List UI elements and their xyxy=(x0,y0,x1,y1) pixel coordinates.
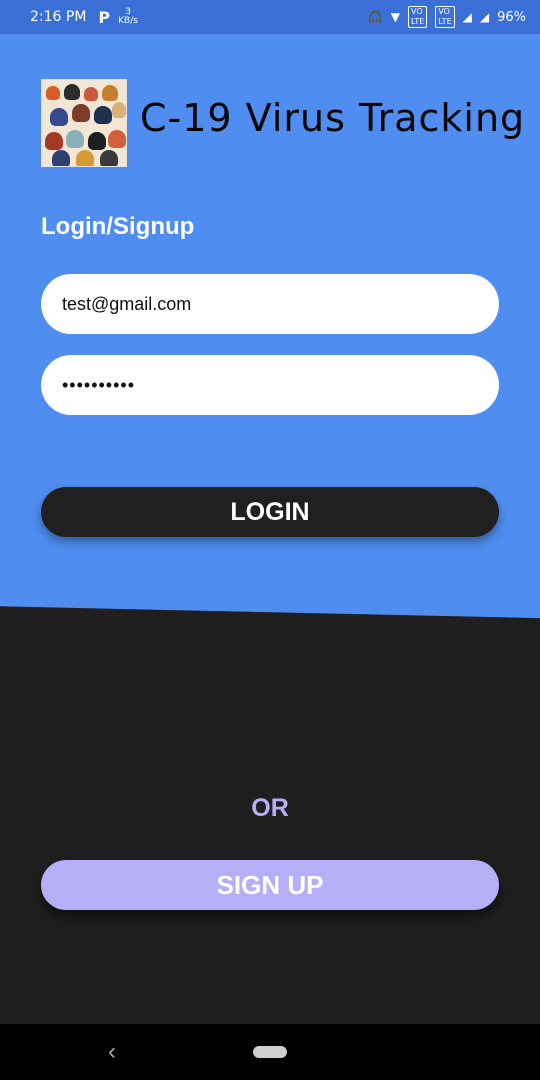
wifi-icon: ▼ xyxy=(390,10,401,24)
status-bar: 2:16 PM P 3 KB/s 🎧 ▼ VO LTE VO LTE ◢ ◢ 96% xyxy=(0,0,540,34)
p-icon: P xyxy=(98,7,111,27)
app-title: C-19 Virus Tracking xyxy=(140,96,526,140)
battery-level: 96% xyxy=(497,9,526,25)
back-icon[interactable]: ‹ xyxy=(108,1038,116,1066)
app-logo xyxy=(41,79,127,167)
status-time: 2:16 PM xyxy=(30,9,87,25)
volte-icon-2: VO LTE xyxy=(435,6,455,28)
home-icon[interactable] xyxy=(253,1046,287,1058)
headphones-icon: 🎧 xyxy=(367,10,383,24)
volte-icon: VO LTE xyxy=(408,6,428,28)
or-divider-label: OR xyxy=(251,794,289,822)
signup-button[interactable]: SIGN UP xyxy=(41,860,499,910)
login-button[interactable]: LOGIN xyxy=(41,487,499,537)
network-speed: 3 KB/s xyxy=(118,8,138,26)
password-field[interactable]: •••••••••• xyxy=(41,355,499,415)
network-speed-unit: KB/s xyxy=(118,16,138,26)
login-signup-heading: Login/Signup xyxy=(41,213,195,240)
status-icons: 🎧 ▼ VO LTE VO LTE ◢ ◢ 96% xyxy=(368,6,526,28)
signal-icon-2: ◢ xyxy=(479,10,490,24)
email-field[interactable]: test@gmail.com xyxy=(41,274,499,334)
signal-icon: ◢ xyxy=(462,10,472,24)
